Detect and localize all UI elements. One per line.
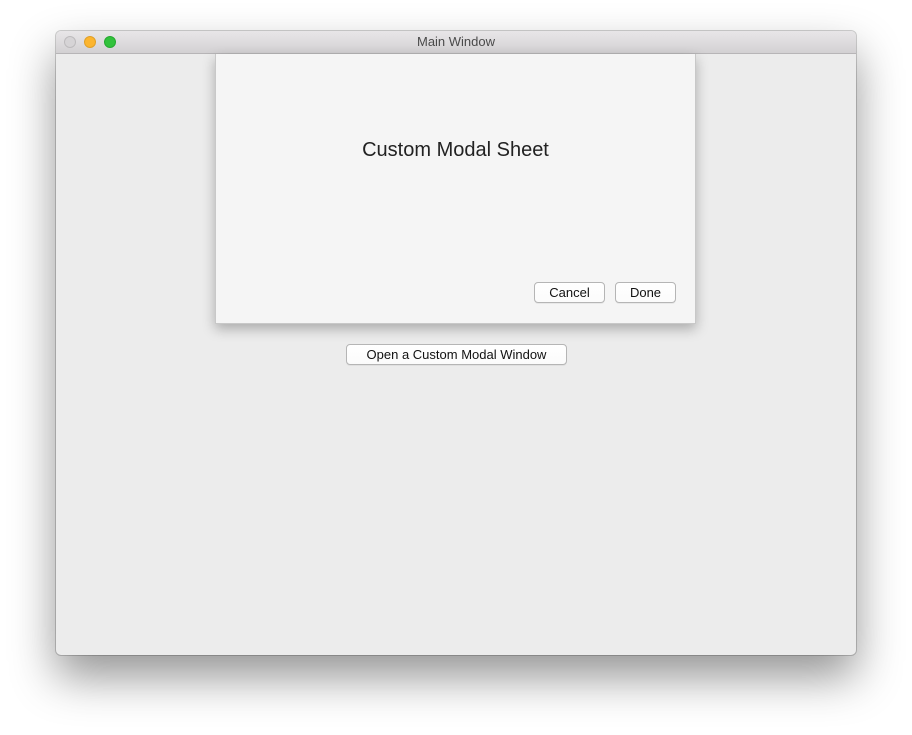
sheet-heading: Custom Modal Sheet — [362, 139, 549, 161]
cancel-button[interactable]: Cancel — [534, 282, 605, 303]
main-window: Main Window Custom Modal Sheet Cancel Do… — [56, 31, 856, 655]
title-bar[interactable]: Main Window — [56, 31, 856, 54]
custom-modal-sheet: Custom Modal Sheet Cancel Done — [215, 54, 696, 324]
window-title: Main Window — [416, 34, 496, 49]
done-button[interactable]: Done — [615, 282, 676, 303]
open-custom-modal-window-button[interactable]: Open a Custom Modal Window — [346, 344, 567, 365]
